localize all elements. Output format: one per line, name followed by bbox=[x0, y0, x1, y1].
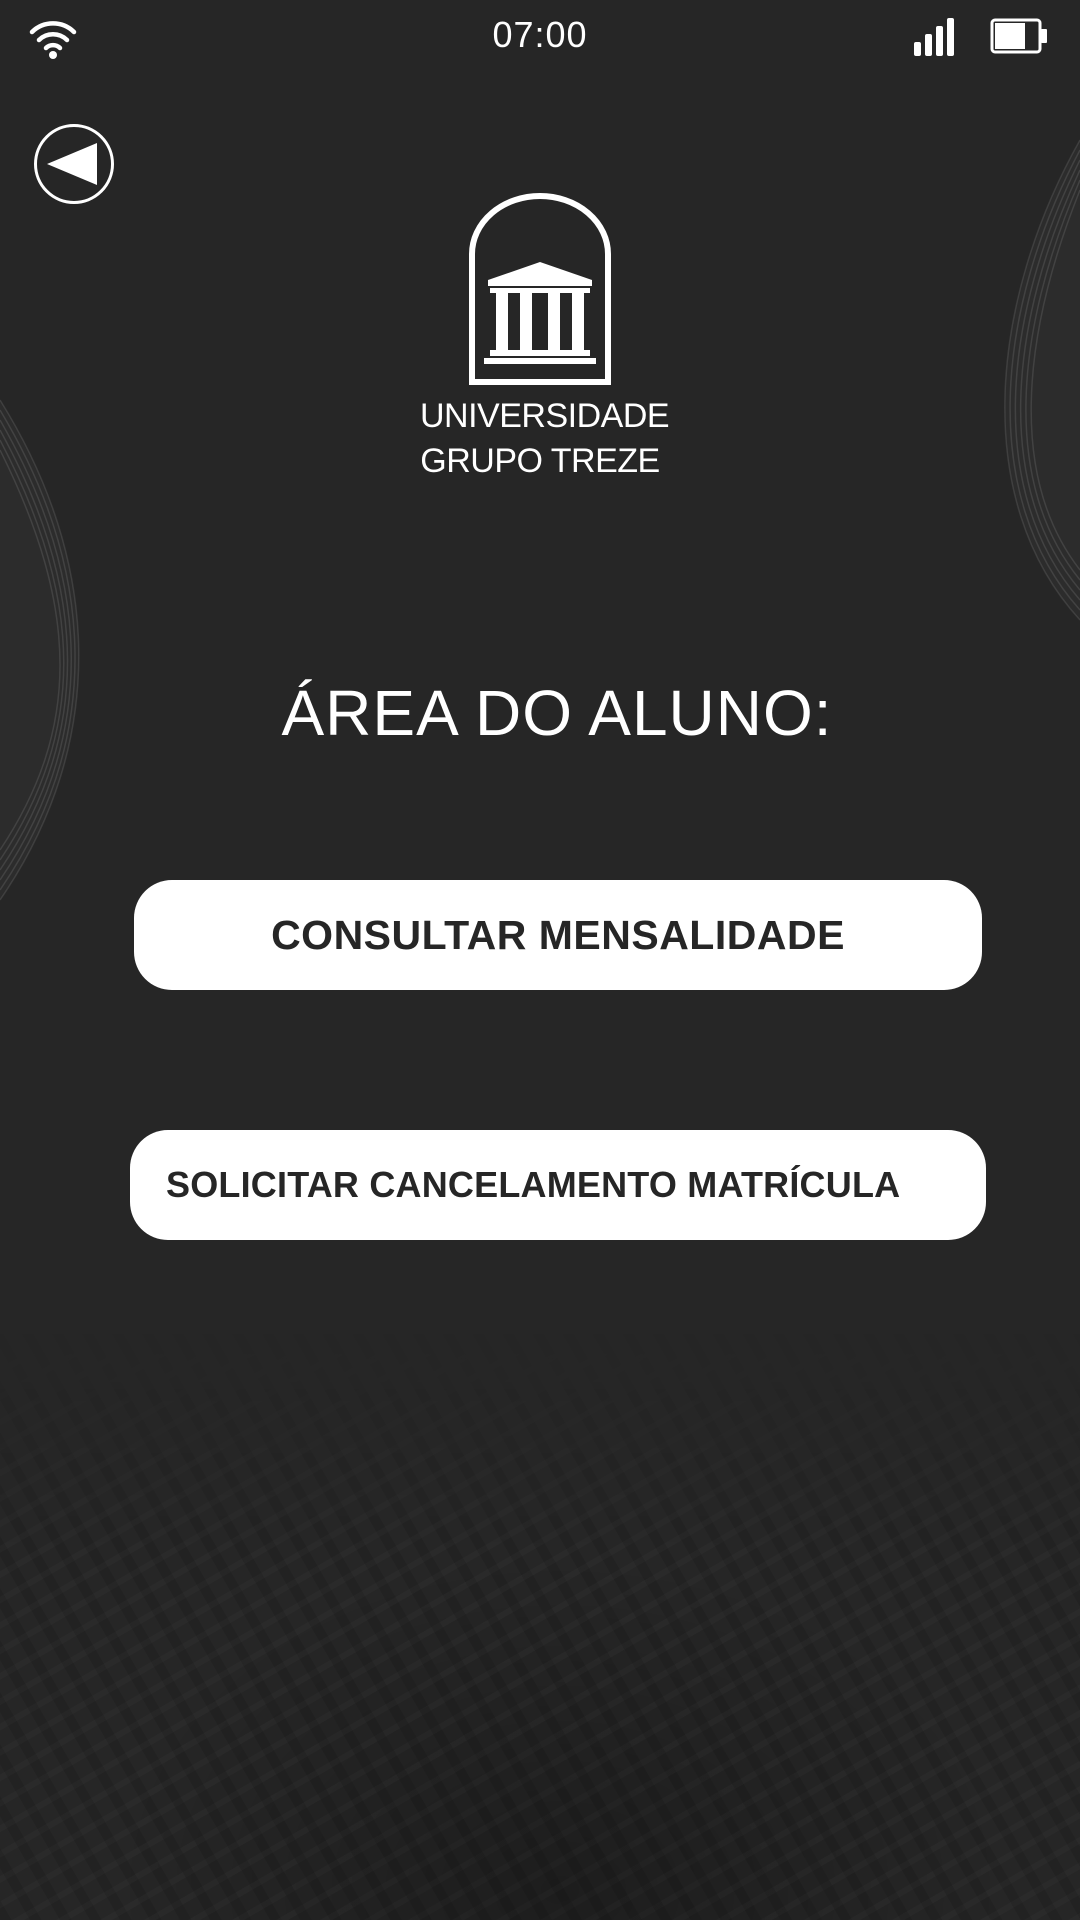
logo-text-line1: UNIVERSIDADE bbox=[420, 397, 670, 435]
university-building-icon bbox=[469, 193, 611, 385]
back-button[interactable] bbox=[34, 124, 114, 204]
university-logo: UNIVERSIDADE GRUPO TREZE bbox=[420, 192, 670, 492]
page-title: ÁREA DO ALUNO: bbox=[281, 677, 833, 749]
status-bar: 07:00 bbox=[0, 0, 1080, 80]
consultar-mensalidade-label: CONSULTAR MENSALIDADE bbox=[271, 911, 845, 958]
background-texture bbox=[0, 1330, 1080, 1920]
back-arrow-icon bbox=[47, 143, 97, 185]
consultar-mensalidade-button[interactable]: CONSULTAR MENSALIDADE bbox=[134, 880, 982, 990]
signal-icon bbox=[914, 18, 954, 56]
solicitar-cancelamento-label: SOLICITAR CANCELAMENTO MATRÍCULA bbox=[166, 1164, 901, 1205]
app-screen: 07:00 UNIVERSIDADE GRUPO TREZE ÁREA DO A… bbox=[0, 0, 1080, 1920]
battery-icon bbox=[990, 18, 1047, 54]
solicitar-cancelamento-button[interactable]: SOLICITAR CANCELAMENTO MATRÍCULA bbox=[130, 1130, 986, 1240]
logo-text-line2: GRUPO TREZE bbox=[420, 442, 660, 480]
